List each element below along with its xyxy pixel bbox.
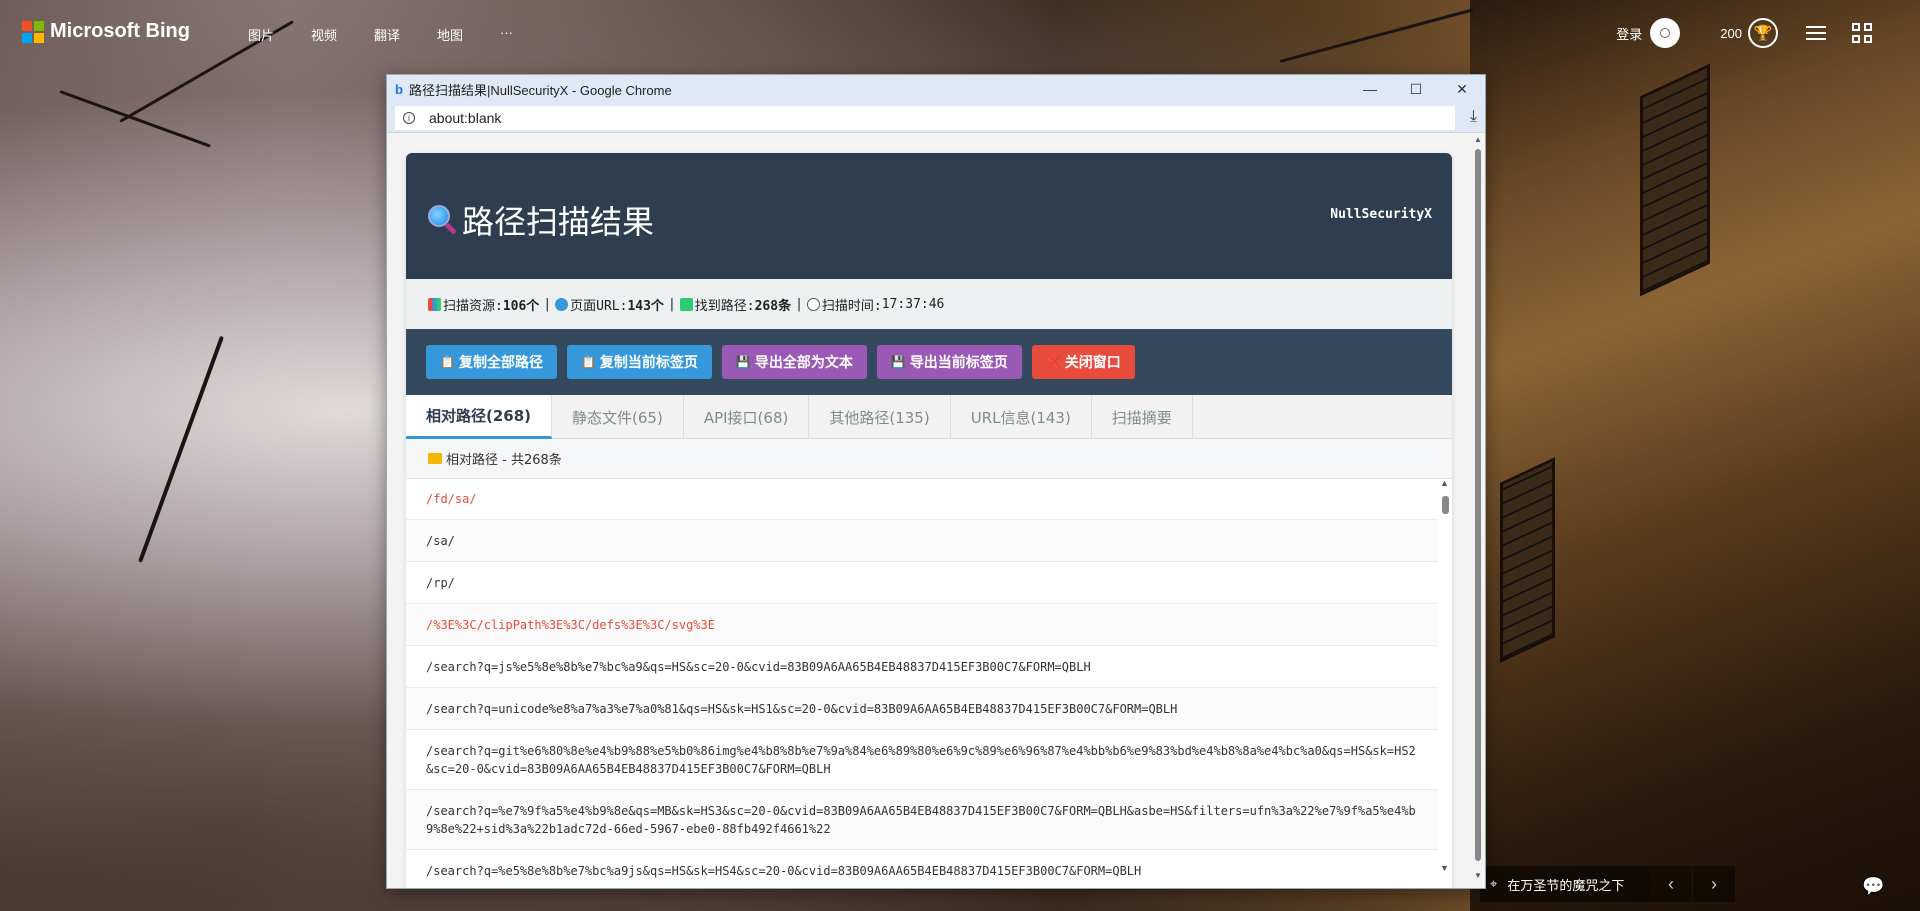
chrome-window: b 路径扫描结果|NullSecurityX - Google Chrome —… bbox=[386, 74, 1486, 889]
image-caption-text: 在万圣节的魔咒之下 bbox=[1507, 877, 1625, 893]
microsoft-logo-icon bbox=[22, 20, 44, 43]
chat-icon[interactable]: 💬 bbox=[1862, 876, 1884, 897]
address-bar: i about:blank ⤓ bbox=[387, 103, 1485, 133]
nav-more[interactable]: ··· bbox=[500, 25, 563, 44]
stat-paths-value: 268条 bbox=[754, 298, 792, 314]
stat-paths-label: 找到路径: bbox=[694, 298, 755, 314]
copy-all-paths-button[interactable]: 📋 复制全部路径 bbox=[426, 345, 557, 379]
qr-code-icon[interactable] bbox=[1852, 23, 1872, 43]
copy-tab-label: 复制当前标签页 bbox=[599, 354, 698, 370]
path-row[interactable]: /search?q=%e5%8e%8b%e7%bc%a9js&qs=HS&sk=… bbox=[406, 850, 1438, 878]
stat-resources-label: 扫描资源: bbox=[443, 298, 503, 314]
path-row[interactable]: /search?q=unicode%e8%a7%a3%e7%a0%81&qs=H… bbox=[406, 688, 1438, 730]
copy-current-tab-button[interactable]: 📋 复制当前标签页 bbox=[566, 345, 712, 379]
download-icon[interactable]: ⤓ bbox=[1470, 108, 1477, 126]
bing-nav: 图片 视频 翻译 地图 ··· bbox=[248, 25, 563, 44]
floppy-disk-icon: 💾 bbox=[735, 355, 751, 369]
nav-videos[interactable]: 视频 bbox=[311, 25, 374, 44]
url-text: about:blank bbox=[429, 109, 502, 126]
export-all-button[interactable]: 💾 导出全部为文本 bbox=[721, 345, 867, 379]
clipboard-icon: 📋 bbox=[440, 355, 455, 369]
window-titlebar[interactable]: b 路径扫描结果|NullSecurityX - Google Chrome —… bbox=[387, 75, 1485, 103]
path-row[interactable]: /search?q=%e7%9f%a5%e4%b9%8e&qs=MB&sk=HS… bbox=[406, 790, 1438, 850]
folder-icon bbox=[428, 453, 442, 464]
section-title: 相对路径 - 共268条 bbox=[406, 439, 1452, 479]
clipboard-icon: 📋 bbox=[580, 355, 596, 369]
background-window-grille bbox=[1500, 457, 1555, 663]
bing-favicon-icon: b bbox=[395, 81, 403, 97]
tab-relative-paths[interactable]: 相对路径(268) bbox=[406, 395, 553, 439]
close-window-button[interactable]: ✕ bbox=[1439, 75, 1485, 103]
export-tab-label: 导出当前标签页 bbox=[909, 354, 1008, 370]
path-list: /fd/sa/ /sa/ /rp/ /%3E%3C/clipPath%3E%3C… bbox=[406, 478, 1438, 878]
export-all-label: 导出全部为文本 bbox=[754, 354, 853, 370]
image-caption[interactable]: ⌖ 在万圣节的魔咒之下 bbox=[1480, 866, 1650, 902]
page-title: 路径扫描结果 bbox=[428, 197, 654, 243]
tab-static-files[interactable]: 静态文件(65) bbox=[552, 395, 684, 439]
background-window-grille bbox=[1640, 63, 1710, 297]
path-row[interactable]: /sa/ bbox=[406, 520, 1438, 562]
tab-other-paths[interactable]: 其他路径(135) bbox=[809, 395, 951, 439]
section-title-text: 相对路径 - 共268条 bbox=[446, 453, 562, 468]
path-row[interactable]: /%3E%3C/clipPath%3E%3C/defs%3E%3C/svg%3E bbox=[406, 604, 1438, 646]
nav-maps[interactable]: 地图 bbox=[437, 25, 500, 44]
tab-bar: 相对路径(268) 静态文件(65) API接口(68) 其他路径(135) U… bbox=[406, 395, 1452, 439]
window-title: 路径扫描结果|NullSecurityX - Google Chrome bbox=[408, 82, 672, 98]
app-header: 路径扫描结果 NullSecurityX bbox=[406, 153, 1452, 279]
hamburger-menu-icon[interactable] bbox=[1806, 22, 1826, 44]
scan-results-panel: 路径扫描结果 NullSecurityX 扫描资源: 106个 | 页面URL:… bbox=[406, 153, 1452, 888]
path-row[interactable]: /search?q=js%e5%8e%8b%e7%bc%a9&qs=HS&sc=… bbox=[406, 646, 1438, 688]
window-controls: — ☐ ✕ bbox=[1347, 75, 1485, 103]
path-row[interactable]: /fd/sa/ bbox=[406, 478, 1438, 520]
minimize-button[interactable]: — bbox=[1347, 75, 1393, 103]
login-link[interactable]: 登录 bbox=[1616, 24, 1642, 43]
info-icon[interactable]: i bbox=[403, 111, 415, 124]
trophy-icon[interactable]: 🏆 bbox=[1748, 18, 1778, 48]
globe-icon bbox=[555, 297, 569, 311]
action-toolbar: 📋 复制全部路径 📋 复制当前标签页 💾 导出全部为文本 💾 导出当前标签页 ❌ bbox=[406, 329, 1452, 395]
copy-all-label: 复制全部路径 bbox=[458, 354, 543, 370]
page-scrollbar[interactable]: ▲ ▼ bbox=[1473, 135, 1483, 880]
next-image-button[interactable]: › bbox=[1693, 866, 1735, 902]
page-title-text: 路径扫描结果 bbox=[462, 203, 655, 241]
path-row[interactable]: /search?q=git%e6%80%8e%e4%b9%88%e5%b0%86… bbox=[406, 730, 1438, 790]
bar-chart-icon bbox=[428, 297, 441, 311]
tab-url-info[interactable]: URL信息(143) bbox=[951, 395, 1092, 439]
checkmark-icon bbox=[679, 297, 693, 311]
stat-resources-value: 106个 bbox=[502, 298, 540, 314]
clock-icon bbox=[806, 297, 820, 311]
close-panel-button[interactable]: ❌ 关闭窗口 bbox=[1031, 345, 1135, 379]
stat-time-value: 17:37:46 bbox=[881, 296, 945, 312]
list-scrollbar[interactable]: ▲ ▼ bbox=[1440, 478, 1450, 873]
tab-scan-summary[interactable]: 扫描摘要 bbox=[1092, 395, 1193, 439]
bing-logo[interactable]: Microsoft Bing bbox=[22, 20, 190, 43]
nav-images[interactable]: 图片 bbox=[248, 25, 311, 44]
tab-api-endpoints[interactable]: API接口(68) bbox=[684, 395, 810, 439]
export-current-tab-button[interactable]: 💾 导出当前标签页 bbox=[876, 345, 1022, 379]
path-row[interactable]: /rp/ bbox=[406, 562, 1438, 604]
floppy-disk-icon: 💾 bbox=[890, 355, 906, 369]
location-pin-icon: ⌖ bbox=[1490, 876, 1498, 891]
maximize-button[interactable]: ☐ bbox=[1393, 75, 1439, 103]
stat-time-label: 扫描时间: bbox=[821, 298, 882, 314]
rewards-points[interactable]: 200 bbox=[1720, 26, 1742, 41]
bing-logo-text: Microsoft Bing bbox=[50, 20, 190, 42]
magnifier-icon bbox=[428, 205, 458, 235]
cross-icon: ❌ bbox=[1045, 355, 1061, 369]
stats-bar: 扫描资源: 106个 | 页面URL: 143个 | 找到路径: 268条 | … bbox=[406, 279, 1452, 329]
page-viewport: ▲ ▼ 路径扫描结果 NullSecurityX 扫描资源: 106个 | 页面… bbox=[387, 133, 1485, 888]
url-field[interactable]: i about:blank bbox=[395, 105, 1455, 130]
nav-translate[interactable]: 翻译 bbox=[374, 25, 437, 44]
stat-urls-value: 143个 bbox=[627, 298, 664, 314]
stat-urls-label: 页面URL: bbox=[570, 298, 628, 314]
brand-label: NullSecurityX bbox=[1330, 207, 1432, 222]
prev-image-button[interactable]: ‹ bbox=[1650, 866, 1692, 902]
bing-account-bar: 登录 200 🏆 bbox=[1616, 18, 1872, 48]
close-label: 关闭窗口 bbox=[1064, 354, 1121, 370]
avatar-icon[interactable] bbox=[1650, 18, 1681, 48]
